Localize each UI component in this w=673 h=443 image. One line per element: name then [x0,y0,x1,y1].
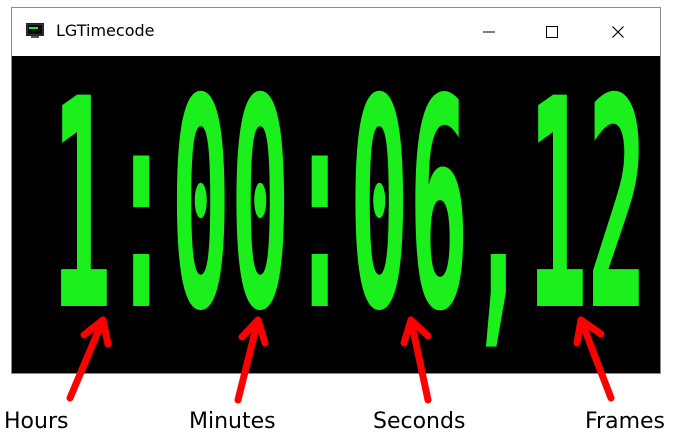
annotation-arrows [66,316,615,404]
hours-label: Hours [4,409,69,434]
frames-label: Frames [585,409,666,434]
seconds-arrow [400,316,432,404]
seconds-label: Seconds [373,409,466,434]
minutes-arrow [234,316,269,404]
minutes-label: Minutes [189,409,276,434]
hours-arrow [66,316,112,402]
frames-arrow [573,316,615,402]
